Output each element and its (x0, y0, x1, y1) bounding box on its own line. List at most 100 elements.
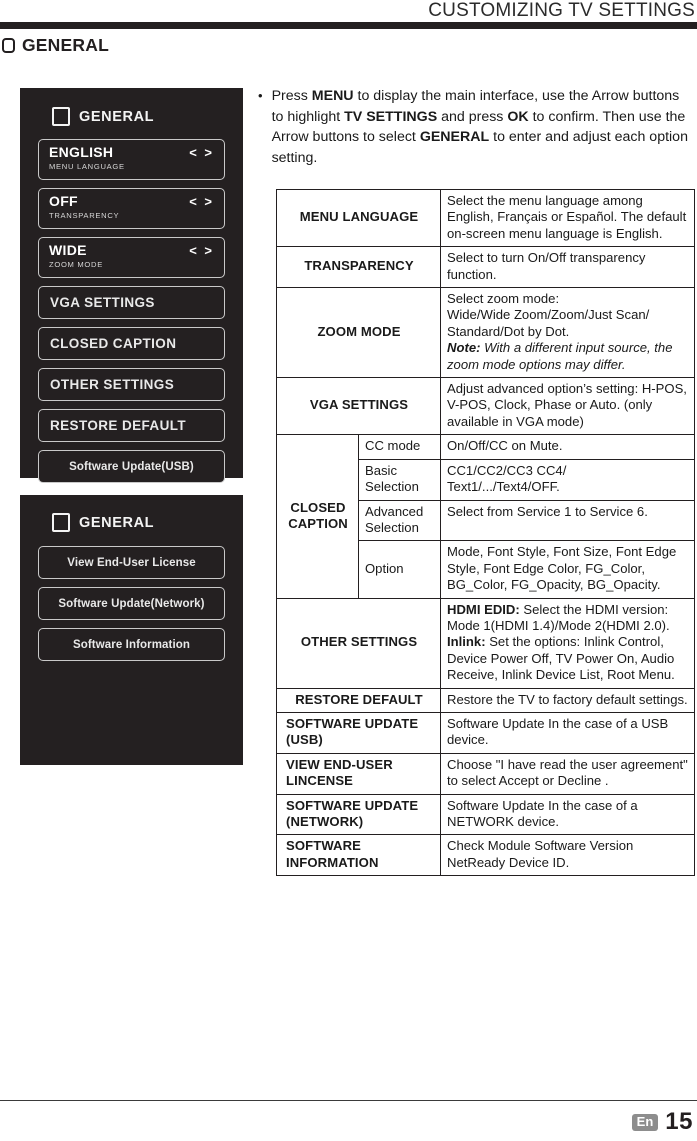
osd-item-transparency[interactable]: OFF < > TRANSPARENCY (38, 188, 225, 229)
table-cell-desc: Select zoom mode: Wide/Wide Zoom/Zoom/Ju… (440, 287, 695, 379)
osd-item-vga-settings[interactable]: VGA SETTINGS (38, 286, 225, 319)
table-row: RESTORE DEFAULT Restore the TV to factor… (276, 687, 695, 713)
footer-divider (0, 1100, 697, 1102)
left-right-arrows-icon[interactable]: < > (189, 194, 214, 209)
instruction-segment: MENU (311, 88, 354, 104)
osd-label-vga-settings: VGA SETTINGS (50, 295, 155, 310)
osd-value-menu-language: ENGLISH (49, 144, 114, 160)
osd-panel-general-secondary: GENERAL View End-User License Software U… (20, 495, 243, 765)
table-cell-name: VIEW END-USER LINCENSE (276, 752, 441, 795)
osd-item-closed-caption[interactable]: CLOSED CAPTION (38, 327, 225, 360)
table-cell-name: SOFTWARE UPDATE (NETWORK) (276, 793, 441, 836)
table-cell-desc: CC1/CC2/CC3 CC4/ Text1/.../Text4/OFF. (440, 458, 695, 501)
left-right-arrows-icon[interactable]: < > (189, 243, 214, 258)
zoom-desc-line3: Standard/Dot by Dot. (447, 323, 570, 339)
left-right-arrows-icon[interactable]: < > (189, 145, 214, 160)
osd-item-software-update-network[interactable]: Software Update(Network) (38, 587, 225, 620)
table-cell-name: MENU LANGUAGE (276, 188, 441, 248)
table-cell-desc: Adjust advanced option’s setting: H-POS,… (440, 377, 695, 436)
osd-value-transparency: OFF (49, 193, 78, 209)
osd-label-closed-caption: CLOSED CAPTION (50, 336, 177, 351)
instruction-segment: OK (507, 108, 529, 125)
osd-square-icon (52, 107, 70, 126)
table-cell-subname: Basic Selection (358, 458, 441, 501)
osd-label-restore-default: RESTORE DEFAULT (50, 418, 187, 433)
table-cell-name: ZOOM MODE (276, 287, 441, 379)
osd-caption-transparency: TRANSPARENCY (49, 211, 120, 220)
table-cell-name: OTHER SETTINGS (276, 597, 441, 689)
table-cell-subname: Option (358, 540, 441, 599)
hdmi-edid-label: HDMI EDID: (447, 601, 520, 617)
page-title: GENERAL (22, 35, 109, 55)
instruction-text: Press MENU to display the main interface… (272, 86, 690, 168)
instruction-segment: and press (437, 108, 508, 125)
table-cell-desc: Choose "I have read the user agreement" … (440, 752, 695, 795)
section-heading: GENERAL (2, 35, 109, 56)
table-cell-name: TRANSPARENCY (276, 246, 441, 289)
osd-panel-header: GENERAL (20, 495, 243, 546)
page-number: 15 (665, 1108, 693, 1135)
instruction-segment: GENERAL (419, 129, 490, 145)
osd-item-other-settings[interactable]: OTHER SETTINGS (38, 368, 225, 401)
header-divider (0, 22, 697, 29)
zoom-desc-line2: Wide/Wide Zoom/Zoom/Just Scan/ (447, 307, 650, 323)
osd-caption-zoom-mode: ZOOM MODE (49, 260, 103, 269)
table-cell-desc: Select the menu language among English, … (440, 188, 695, 248)
table-cell-desc: Restore the TV to factory default settin… (440, 687, 695, 713)
osd-item-view-end-user-license[interactable]: View End-User License (38, 546, 225, 579)
table-row: MENU LANGUAGE Select the menu language a… (276, 188, 695, 248)
table-row: SOFTWARE UPDATE (USB) Software Update In… (276, 711, 695, 754)
table-row: ZOOM MODE Select zoom mode: Wide/Wide Zo… (276, 287, 695, 379)
table-row: OTHER SETTINGS HDMI EDID: Select the HDM… (276, 597, 695, 689)
table-row: VGA SETTINGS Adjust advanced option’s se… (276, 377, 695, 436)
osd-caption-menu-language: MENU LANGUAGE (49, 162, 125, 171)
instruction-segment: TV SETTINGS (344, 108, 438, 125)
osd-item-zoom-mode[interactable]: WIDE < > ZOOM MODE (38, 237, 225, 278)
table-cell-name: SOFTWARE UPDATE (USB) (276, 711, 441, 754)
settings-description-table: MENU LANGUAGE Select the menu language a… (276, 188, 695, 877)
osd-panel-title: GENERAL (79, 514, 155, 531)
table-row: SOFTWARE INFORMATION Check Module Softwa… (276, 834, 695, 877)
rounded-square-icon (2, 38, 15, 53)
osd-label-software-update-network: Software Update(Network) (58, 597, 205, 610)
osd-square-icon (52, 513, 70, 532)
inlink-label: Inlink: (447, 634, 486, 650)
osd-panel-header: GENERAL (20, 88, 243, 139)
bullet-marker: • (258, 88, 263, 103)
osd-menu-list: View End-User License Software Update(Ne… (20, 546, 243, 661)
page-header-title: CUSTOMIZING TV SETTINGS (428, 0, 695, 21)
osd-label-view-end-user-license: View End-User License (67, 556, 196, 569)
instruction-segment: Press (271, 88, 312, 104)
table-cell-desc: Mode, Font Style, Font Size, Font Edge S… (440, 540, 695, 599)
table-cell-desc: Select from Service 1 to Service 6. (440, 499, 695, 542)
table-row: CLOSED CAPTION CC mode On/Off/CC on Mute… (276, 434, 695, 599)
osd-label-other-settings: OTHER SETTINGS (50, 377, 175, 392)
table-row: SOFTWARE UPDATE (NETWORK) Software Updat… (276, 793, 695, 836)
table-cell-desc: Software Update In the case of a NETWORK… (440, 793, 695, 836)
osd-item-restore-default[interactable]: RESTORE DEFAULT (38, 409, 225, 442)
table-cell-desc: Select to turn On/Off transparency funct… (440, 246, 695, 289)
osd-panel-title: GENERAL (79, 108, 155, 125)
osd-item-menu-language[interactable]: ENGLISH < > MENU LANGUAGE (38, 139, 225, 180)
osd-panel-general-primary: GENERAL ENGLISH < > MENU LANGUAGE OFF < … (20, 88, 243, 483)
table-cell-name: VGA SETTINGS (276, 377, 441, 436)
table-cell-subname: Advanced Selection (358, 499, 441, 542)
zoom-desc-line1: Select zoom mode: (447, 291, 560, 307)
instruction-bullet: • Press MENU to display the main interfa… (258, 86, 690, 168)
table-row: VIEW END-USER LINCENSE Choose "I have re… (276, 752, 695, 795)
osd-item-software-information[interactable]: Software Information (38, 628, 225, 661)
page-footer: En 15 (631, 1108, 693, 1136)
osd-value-zoom-mode: WIDE (49, 242, 87, 258)
table-cell-name: SOFTWARE INFORMATION (276, 834, 441, 877)
table-row: TRANSPARENCY Select to turn On/Off trans… (276, 246, 695, 289)
zoom-note-label: Note: (447, 340, 481, 356)
zoom-note-text: With a different input source, the zoom … (447, 340, 673, 372)
table-cell-desc: On/Off/CC on Mute. (440, 434, 695, 460)
table-cell-name: RESTORE DEFAULT (276, 687, 441, 713)
table-cell-subname: CC mode (358, 434, 441, 460)
language-badge: En (631, 1113, 659, 1131)
osd-label-software-update-usb: Software Update(USB) (69, 460, 194, 473)
table-cell-desc: Software Update In the case of a USB dev… (440, 711, 695, 754)
osd-item-software-update-usb[interactable]: Software Update(USB) (38, 450, 225, 483)
table-cell-desc: HDMI EDID: Select the HDMI version: Mode… (440, 597, 695, 689)
